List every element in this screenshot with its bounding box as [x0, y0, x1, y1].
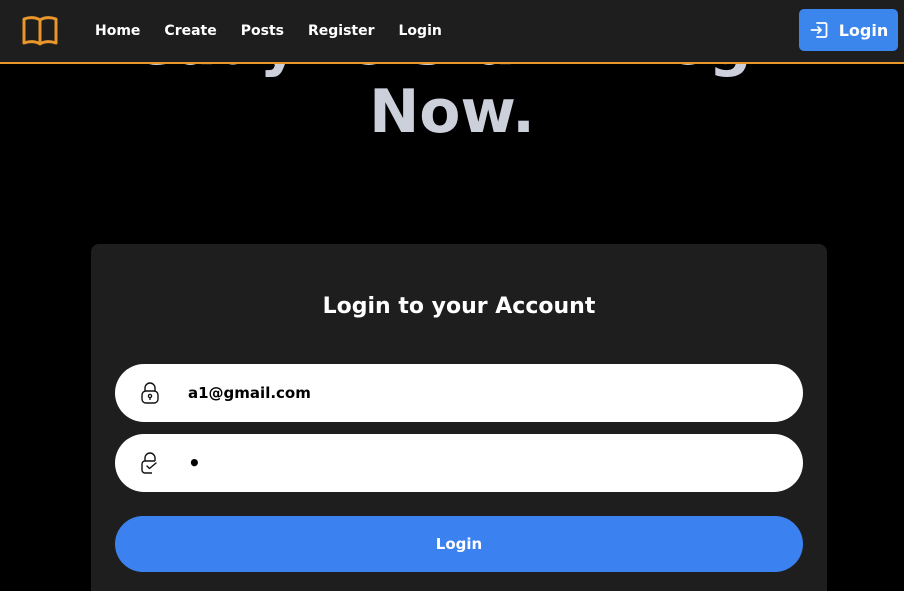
email-field[interactable]: a1@gmail.com: [115, 364, 803, 422]
password-value: •: [188, 451, 203, 475]
nav-link-login[interactable]: Login: [399, 23, 442, 39]
lock-check-icon: [141, 452, 157, 474]
page: Ready to start? Login Now. Home Create P…: [0, 0, 904, 591]
nav-links: Home Create Posts Register Login: [95, 0, 466, 62]
nav-link-register[interactable]: Register: [308, 23, 375, 39]
sign-in-icon: [810, 22, 828, 38]
navbar-login-label: Login: [838, 20, 889, 40]
brand-logo[interactable]: [21, 14, 59, 48]
hero-heading-line2: Now.: [369, 77, 535, 147]
login-submit-button[interactable]: Login: [115, 516, 803, 572]
email-value: a1@gmail.com: [188, 384, 311, 402]
login-card: Login to your Account a1@gmail.com • Log…: [91, 244, 827, 591]
open-book-icon: [22, 16, 58, 46]
lock-icon: [141, 382, 159, 404]
card-title: Login to your Account: [322, 294, 596, 319]
navbar-login-button[interactable]: Login: [799, 9, 898, 51]
nav-link-posts[interactable]: Posts: [241, 23, 284, 39]
nav-link-home[interactable]: Home: [95, 23, 140, 39]
nav-link-create[interactable]: Create: [164, 23, 216, 39]
password-field[interactable]: •: [115, 434, 803, 492]
navbar: Home Create Posts Register Login Login: [0, 0, 904, 64]
